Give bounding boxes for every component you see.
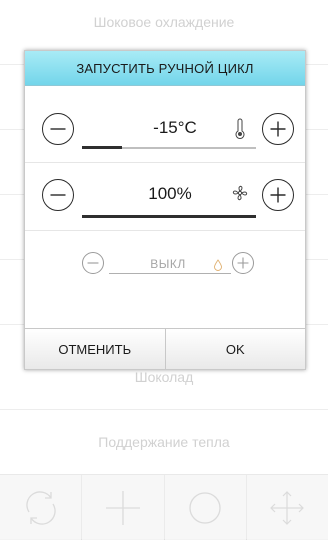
humidity-decrease-button[interactable] [82,252,104,274]
temperature-increase-button[interactable] [262,113,294,145]
plus-icon [270,121,286,137]
minus-icon [50,194,66,196]
fan-slider[interactable] [82,215,256,218]
thermometer-icon [235,118,245,139]
water-drop-icon [214,259,222,271]
temperature-value: -15°C [153,118,197,137]
temperature-slider-fill [82,146,123,149]
ok-button[interactable]: OK [164,329,305,369]
fan-slider-fill [82,215,256,218]
humidity-increase-button[interactable] [232,252,254,274]
dialog-footer: ОТМЕНИТЬ OK [25,328,305,369]
temperature-decrease-button[interactable] [42,113,74,145]
humidity-slider[interactable] [109,273,231,274]
fan-increase-button[interactable] [262,179,294,211]
minus-icon [50,128,66,130]
cancel-button[interactable]: ОТМЕНИТЬ [25,329,165,369]
plus-icon [270,187,286,203]
fan-control: 100% [25,162,305,231]
temperature-control: -15°C [25,96,305,163]
humidity-value: ВЫКЛ [150,257,186,271]
humidity-control: ВЫКЛ [25,230,305,296]
fan-icon [232,185,248,201]
manual-cycle-dialog: ЗАПУСТИТЬ РУЧНОЙ ЦИКЛ -15°C 100% ВЫКЛ ОТ… [24,50,306,370]
dialog-title: ЗАПУСТИТЬ РУЧНОЙ ЦИКЛ [25,51,305,86]
plus-icon [237,257,249,269]
fan-decrease-button[interactable] [42,179,74,211]
fan-value: 100% [148,184,192,203]
temperature-slider[interactable] [82,146,256,149]
minus-icon [87,262,99,264]
